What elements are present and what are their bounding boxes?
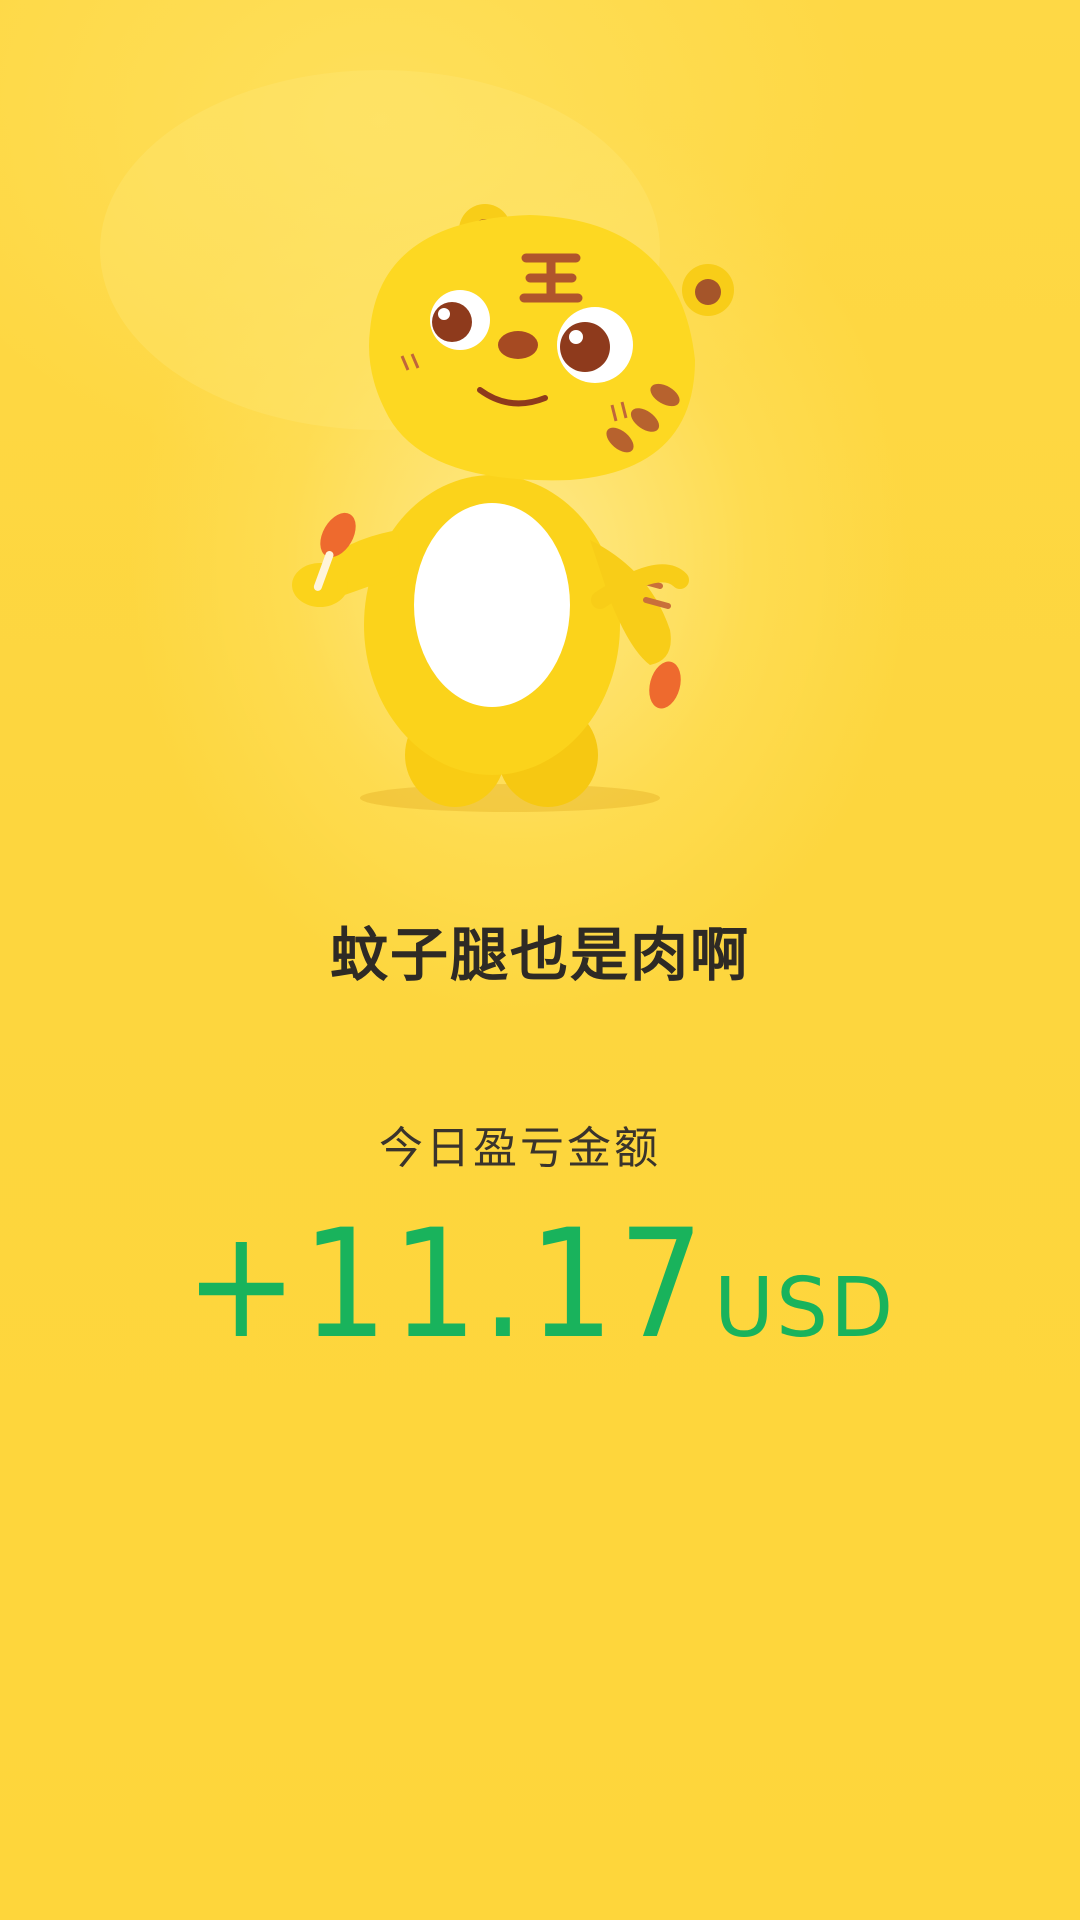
daily-pnl-amount: +11.17 [184, 1198, 709, 1372]
slogan-text: 蚊子腿也是肉啊 [329, 921, 750, 989]
tiger-mascot-icon [292, 204, 734, 812]
daily-pnl-currency: USD [714, 1261, 896, 1356]
daily-pnl-label: 今日盈亏金额 [379, 1123, 661, 1174]
daily-pnl-amount-row: +11.17USD [0, 1210, 1080, 1360]
